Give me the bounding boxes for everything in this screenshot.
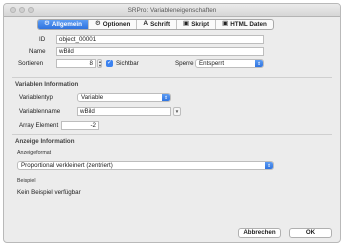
display-format-popup[interactable]: Proportional verkleinert (zentriert) ⇕ (17, 161, 274, 170)
id-field[interactable]: object_00001 (56, 35, 264, 44)
tab-label: Schrift (150, 21, 171, 28)
chevron-updown-icon: ⇕ (162, 94, 170, 101)
variable-name-label: Variablenname (19, 108, 61, 115)
sort-stepper[interactable]: ▲ ▼ (97, 59, 102, 68)
variable-name-field[interactable]: wBild (77, 107, 171, 116)
variable-type-label: Variablentyp (19, 94, 53, 101)
tab-label: Allgemein (51, 21, 82, 28)
tab-label: Skript (191, 21, 210, 28)
chevron-down-icon[interactable]: ▼ (173, 107, 181, 116)
script-icon: ▣ (183, 20, 190, 28)
gear-icon: ⚙ (44, 20, 50, 28)
html-icon: ▣ (222, 20, 229, 28)
visible-label: Sichtbar (116, 60, 139, 67)
example-value: Kein Beispiel verfügbar (17, 189, 81, 196)
display-info-heading: Anzeige Information (15, 138, 75, 145)
array-element-label: Array Element (19, 122, 59, 129)
title-bar: SRPro: Variableneigenschaften (4, 4, 340, 17)
divider (12, 134, 332, 135)
divider (12, 77, 332, 78)
name-label: Name (29, 48, 46, 55)
tab-label: HTML Daten (230, 21, 267, 28)
lock-label: Sperre (175, 60, 194, 67)
display-format-label: Anzeigeformat (17, 150, 52, 156)
id-label: ID (39, 36, 46, 43)
gear-icon: ⚙ (94, 20, 101, 28)
sort-label: Sortieren (18, 60, 44, 67)
sort-field[interactable]: 8 (56, 59, 96, 68)
tab-allgemein[interactable]: ⚙ Allgemein (38, 20, 89, 29)
properties-dialog: SRPro: Variableneigenschaften ⚙ Allgemei… (3, 3, 341, 243)
name-field[interactable]: wBild (56, 47, 264, 56)
lock-popup[interactable]: Entsperrt ⇕ (195, 59, 264, 68)
variable-type-value: Variable (81, 94, 104, 101)
tab-skript[interactable]: ▣ Skript (177, 20, 217, 29)
array-element-field[interactable]: -2 (61, 121, 99, 130)
chevron-updown-icon: ⇕ (265, 162, 273, 169)
display-format-value: Proportional verkleinert (zentriert) (21, 162, 113, 169)
cancel-button[interactable]: Abbrechen (238, 228, 281, 238)
tab-schrift[interactable]: A Schrift (137, 20, 178, 29)
window-title: SRPro: Variableneigenschaften (127, 7, 217, 14)
variable-type-popup[interactable]: Variable ⇕ (77, 93, 171, 102)
chevron-updown-icon: ⇕ (255, 60, 263, 67)
visible-checkbox[interactable]: ✓ (106, 60, 113, 67)
tab-optionen[interactable]: ⚙ Optionen (89, 20, 138, 29)
tab-bar: ⚙ Allgemein ⚙ Optionen A Schrift ▣ Skrip… (37, 19, 274, 30)
lock-popup-value: Entsperrt (199, 60, 225, 67)
font-icon: A (143, 20, 149, 28)
ok-button[interactable]: OK (289, 228, 332, 238)
tab-label: Optionen (102, 21, 131, 28)
variable-info-heading: Variablen Information (15, 81, 79, 88)
tab-html-daten[interactable]: ▣ HTML Daten (216, 20, 273, 29)
example-label: Beispiel (17, 178, 36, 184)
